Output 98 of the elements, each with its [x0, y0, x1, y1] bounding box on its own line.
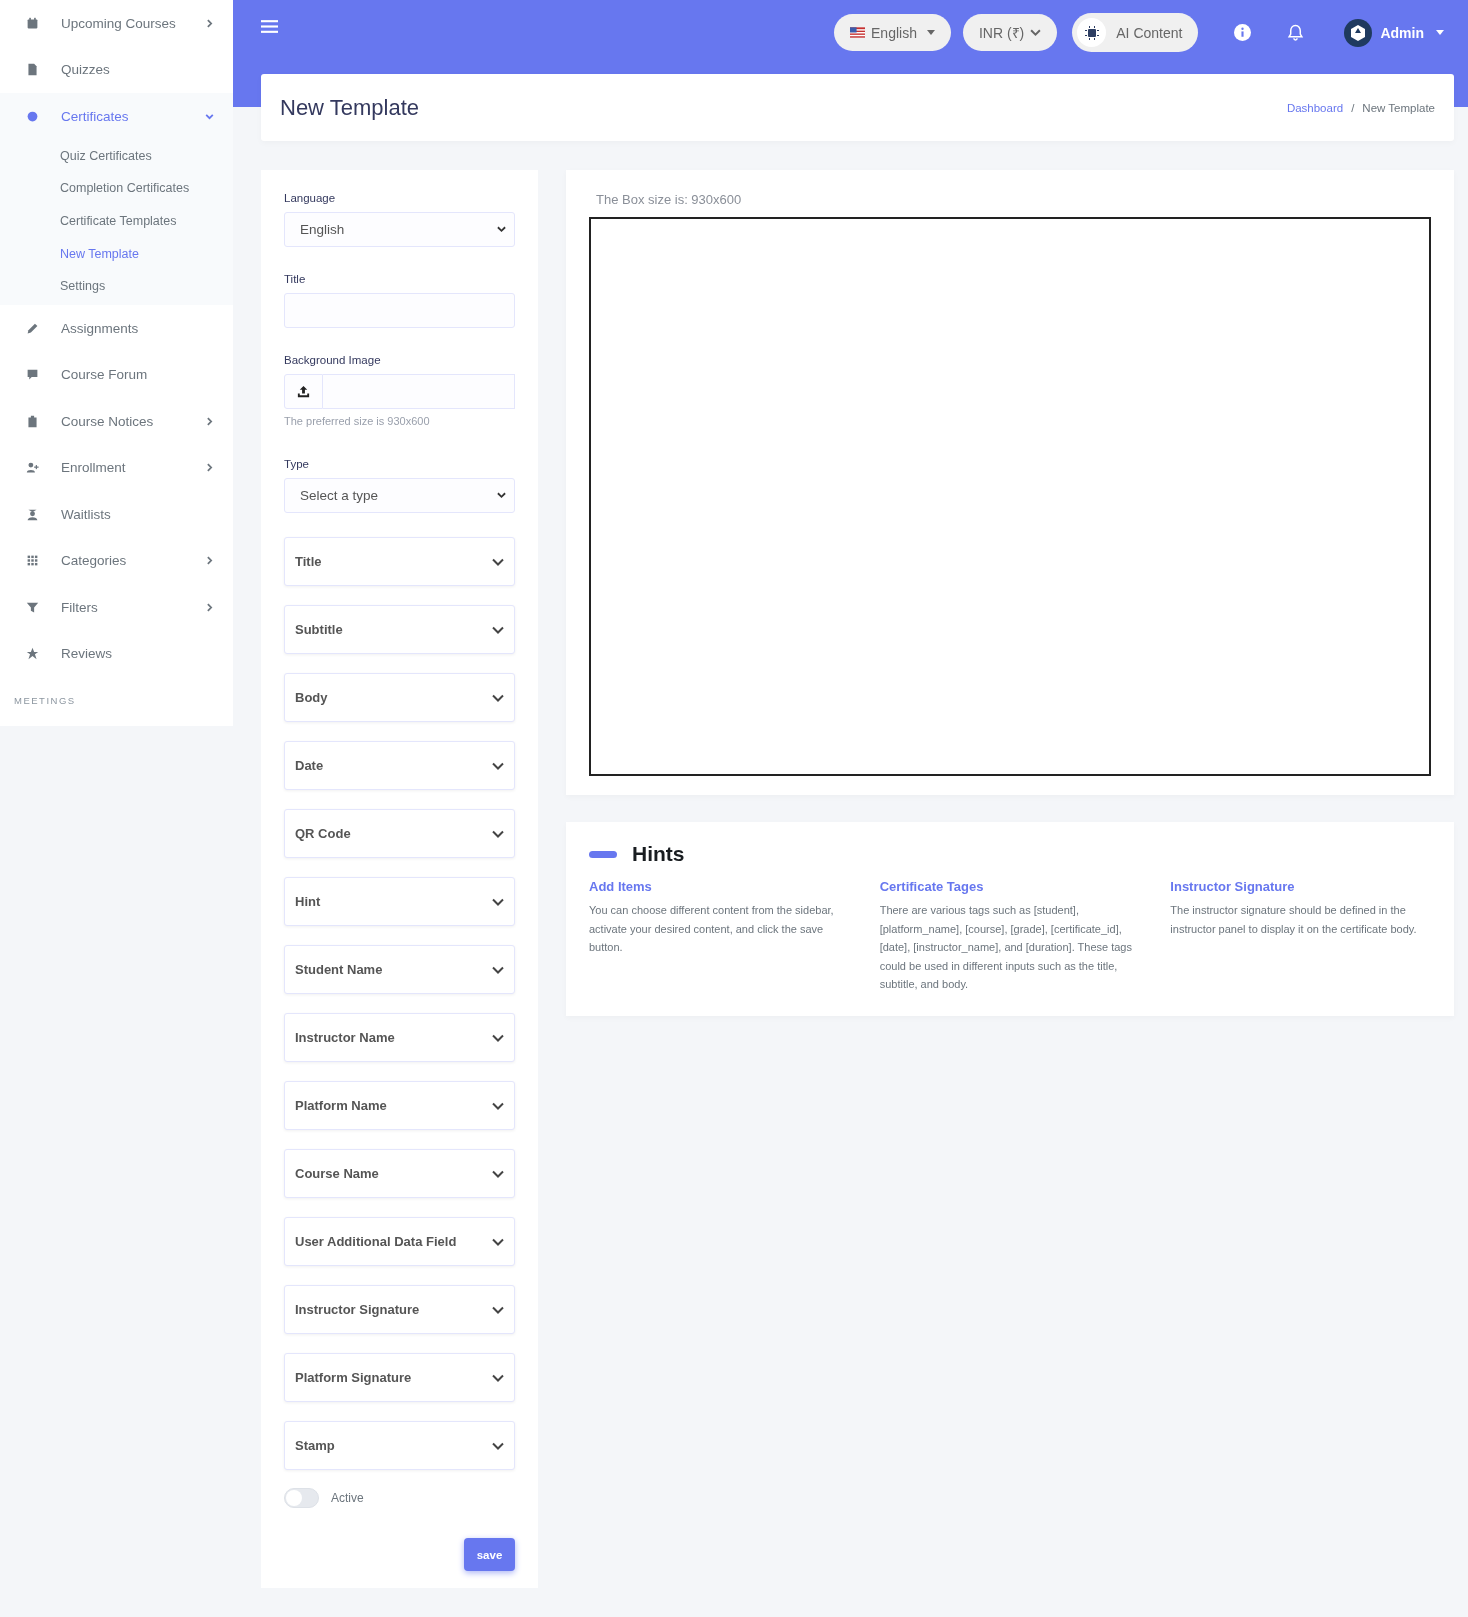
- chevron-down-icon: [492, 1169, 504, 1178]
- avatar-icon: [1344, 18, 1373, 47]
- chevron-down-icon: [492, 761, 504, 770]
- grid-icon: [26, 554, 39, 568]
- accordion-header[interactable]: Instructor Signature: [284, 1285, 515, 1334]
- toggle-switch[interactable]: [284, 1488, 319, 1508]
- clipboard-icon: [26, 414, 39, 428]
- submenu-item[interactable]: Quiz Certificates: [0, 139, 233, 173]
- upload-icon: [296, 384, 311, 399]
- accordion-header[interactable]: Course Name: [284, 1149, 515, 1198]
- file-icon: [26, 63, 39, 77]
- caret-icon: [926, 30, 935, 35]
- chevron-down-icon: [492, 897, 504, 906]
- caret-icon: [1436, 30, 1444, 35]
- chevron-down-icon: [492, 1033, 504, 1042]
- user-menu[interactable]: Admin: [1338, 17, 1450, 48]
- badge-icon: [26, 109, 39, 123]
- sidebar-item[interactable]: Upcoming Courses: [0, 0, 233, 47]
- sidebar-item[interactable]: Filters: [0, 583, 233, 631]
- hints-title: Hints: [632, 842, 685, 866]
- accordion-header[interactable]: Title: [284, 537, 515, 586]
- accordion-header[interactable]: Subtitle: [284, 605, 515, 654]
- field-hint: The preferred size is 930x600: [284, 415, 431, 427]
- accordion-header[interactable]: Student Name: [284, 945, 515, 994]
- field-label: Title: [284, 273, 307, 285]
- page-title: New Template: [280, 94, 419, 121]
- heading-bar: [589, 850, 617, 858]
- chevron-down-icon: [497, 492, 506, 499]
- field-label: Language: [284, 192, 337, 204]
- upload-button[interactable]: [284, 374, 323, 409]
- chevron-down-icon: [492, 1237, 504, 1246]
- accordion-header[interactable]: QR Code: [284, 809, 515, 858]
- info-icon[interactable]: [1234, 24, 1252, 41]
- chevron-down-icon: [492, 829, 504, 838]
- title-input[interactable]: [284, 293, 515, 328]
- sidebar-item[interactable]: Enrollment: [0, 444, 233, 491]
- language-dropdown[interactable]: English: [834, 14, 951, 51]
- user-plus-icon: [26, 461, 39, 475]
- hint-text: There are various tags such as [student], [platform_name], [course], [grade], [certificate_id], [date], [instructor_name], and [duration]. These tags could be used in different inputs such as the title, subtitle, and body.: [879, 903, 1133, 992]
- chevron-down-icon: [492, 965, 504, 974]
- section-heading: MEETINGS: [13, 693, 77, 706]
- chevron-down-icon: [492, 1441, 504, 1450]
- accordion-header[interactable]: Body: [284, 673, 515, 722]
- graduate-icon: [26, 507, 39, 521]
- breadcrumb-link[interactable]: Dashboard: [1286, 101, 1344, 114]
- accordion-header[interactable]: Instructor Name: [284, 1013, 515, 1062]
- chevron-down-icon: [492, 1305, 504, 1314]
- hint-heading: Instructor Signature: [1170, 879, 1296, 894]
- sidebar-item[interactable]: Reviews: [0, 630, 233, 677]
- accordion-header[interactable]: Stamp: [284, 1421, 515, 1470]
- accordion-header[interactable]: Platform Name: [284, 1081, 515, 1130]
- accordion-header[interactable]: Platform Signature: [284, 1353, 515, 1402]
- accordion-header[interactable]: User Additional Data Field: [284, 1217, 515, 1266]
- menu-icon[interactable]: [261, 19, 278, 34]
- chevron-down-icon: [1030, 28, 1042, 37]
- hint-heading: Add Items: [589, 879, 653, 894]
- field-label: Type: [284, 458, 310, 470]
- sidebar-item[interactable]: Categories: [0, 537, 233, 584]
- chip-icon: [1083, 24, 1100, 41]
- hint-heading: Certificate Tages: [879, 879, 985, 894]
- filter-icon: [26, 600, 39, 614]
- currency-dropdown[interactable]: INR (₹): [962, 14, 1058, 51]
- save-button[interactable]: save: [464, 1538, 515, 1571]
- submenu-item[interactable]: Settings: [0, 270, 233, 303]
- sidebar-item[interactable]: Certificates: [0, 93, 233, 140]
- field-label: Background Image: [284, 354, 382, 366]
- bell-icon[interactable]: [1287, 24, 1305, 41]
- breadcrumb-separator: /: [1351, 101, 1355, 114]
- chevron-down-icon: [492, 557, 504, 566]
- chevron-down-icon: [497, 226, 506, 233]
- ai-content-button[interactable]: AI Content: [1072, 13, 1199, 52]
- file-field[interactable]: [323, 374, 515, 409]
- submenu-item[interactable]: New Template: [0, 237, 233, 271]
- comment-icon: [26, 368, 39, 382]
- hint-text: You can choose different content from the sidebar, activate your desired content, and click the save button.: [589, 903, 835, 955]
- type-select[interactable]: Select a type: [284, 478, 515, 513]
- accordion-header[interactable]: Hint: [284, 877, 515, 926]
- sidebar-item[interactable]: Course Notices: [0, 397, 233, 445]
- sidebar-item[interactable]: Waitlists: [0, 490, 233, 538]
- sidebar-item[interactable]: Assignments: [0, 304, 233, 352]
- submenu-item[interactable]: Certificate Templates: [0, 204, 233, 238]
- language-select[interactable]: English: [284, 212, 515, 247]
- chevron-down-icon: [492, 1101, 504, 1110]
- hint-text: The instructor signature should be defined in the instructor panel to display it on the certificate body.: [1170, 903, 1418, 937]
- flag-icon: [850, 27, 866, 38]
- sidebar-item[interactable]: Quizzes: [0, 46, 233, 93]
- breadcrumb-current: New Template: [1362, 101, 1435, 114]
- chevron-down-icon: [492, 625, 504, 634]
- chevron-down-icon: [492, 693, 504, 702]
- toggle-label: Active: [331, 1491, 364, 1505]
- accordion-header[interactable]: Date: [284, 741, 515, 790]
- pencil-icon: [26, 321, 39, 335]
- submenu-item[interactable]: Completion Certificates: [0, 172, 233, 205]
- star-icon: [26, 647, 39, 661]
- chevron-down-icon: [492, 1373, 504, 1382]
- calendar-icon: [26, 16, 39, 30]
- sidebar-item[interactable]: Course Forum: [0, 351, 233, 398]
- preview-caption: The Box size is: 930x600: [596, 192, 743, 207]
